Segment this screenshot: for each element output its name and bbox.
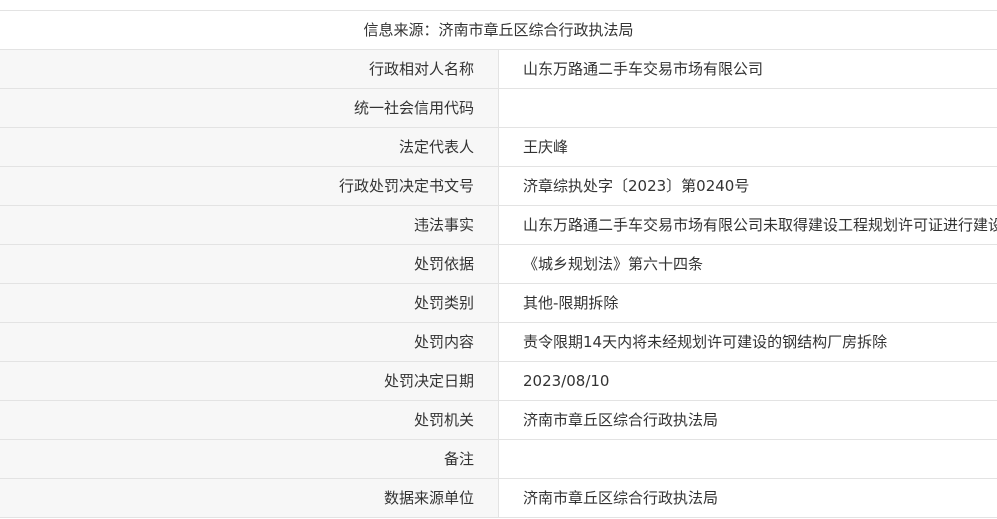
row-value: 2023/08/10 <box>498 361 997 401</box>
penalty-info-table: 信息来源：济南市章丘区综合行政执法局 行政相对人名称 山东万路通二手车交易市场有… <box>0 10 997 518</box>
row-value: 济南市章丘区综合行政执法局 <box>498 478 997 518</box>
table-row: 处罚内容 责令限期14天内将未经规划许可建设的钢结构厂房拆除 <box>0 322 997 362</box>
row-label: 处罚机关 <box>0 400 499 440</box>
table-row: 行政处罚决定书文号 济章综执处字〔2023〕第0240号 <box>0 166 997 206</box>
row-label: 法定代表人 <box>0 127 499 167</box>
table-row: 处罚依据 《城乡规划法》第六十四条 <box>0 244 997 284</box>
row-value <box>498 88 997 128</box>
info-source: 信息来源：济南市章丘区综合行政执法局 <box>0 10 997 50</box>
row-label: 处罚依据 <box>0 244 499 284</box>
row-value: 济章综执处字〔2023〕第0240号 <box>498 166 997 206</box>
row-label: 违法事实 <box>0 205 499 245</box>
page: 信息来源：济南市章丘区综合行政执法局 行政相对人名称 山东万路通二手车交易市场有… <box>0 0 997 519</box>
row-label: 统一社会信用代码 <box>0 88 499 128</box>
table-row: 违法事实 山东万路通二手车交易市场有限公司未取得建设工程规划许可证进行建设行为的… <box>0 205 997 245</box>
row-value: 王庆峰 <box>498 127 997 167</box>
row-label: 处罚类别 <box>0 283 499 323</box>
table-row: 统一社会信用代码 <box>0 88 997 128</box>
row-label: 数据来源单位 <box>0 478 499 518</box>
row-value: 山东万路通二手车交易市场有限公司未取得建设工程规划许可证进行建设行为的处罚案 <box>498 205 997 245</box>
row-value: 其他-限期拆除 <box>498 283 997 323</box>
row-label: 处罚内容 <box>0 322 499 362</box>
row-label: 处罚决定日期 <box>0 361 499 401</box>
row-value: 济南市章丘区综合行政执法局 <box>498 400 997 440</box>
table-row: 数据来源单位 济南市章丘区综合行政执法局 <box>0 478 997 518</box>
row-label: 行政处罚决定书文号 <box>0 166 499 206</box>
table-row: 处罚机关 济南市章丘区综合行政执法局 <box>0 400 997 440</box>
row-label: 行政相对人名称 <box>0 49 499 89</box>
table-row: 行政相对人名称 山东万路通二手车交易市场有限公司 <box>0 49 997 89</box>
row-value <box>498 439 997 479</box>
row-label: 备注 <box>0 439 499 479</box>
header-row: 信息来源：济南市章丘区综合行政执法局 <box>0 10 997 50</box>
table-row: 处罚决定日期 2023/08/10 <box>0 361 997 401</box>
row-value: 山东万路通二手车交易市场有限公司 <box>498 49 997 89</box>
table-row: 备注 <box>0 439 997 479</box>
table-row: 法定代表人 王庆峰 <box>0 127 997 167</box>
row-value: 《城乡规划法》第六十四条 <box>498 244 997 284</box>
table-row: 处罚类别 其他-限期拆除 <box>0 283 997 323</box>
row-value: 责令限期14天内将未经规划许可建设的钢结构厂房拆除 <box>498 322 997 362</box>
